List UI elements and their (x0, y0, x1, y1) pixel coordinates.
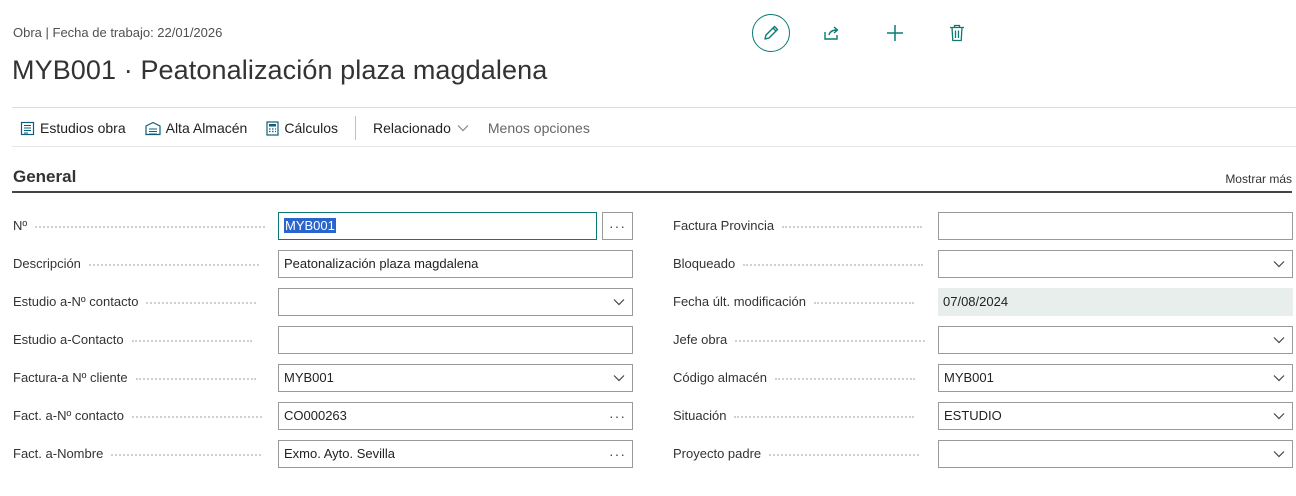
breadcrumb: Obra | Fecha de trabajo: 22/01/2026 (13, 25, 223, 40)
descripcion-input[interactable]: Peatonalización plaza magdalena (278, 250, 633, 278)
field-label: Estudio a-Contacto (13, 326, 252, 354)
field-row-proyecto-padre: Proyecto padre (673, 440, 1293, 468)
field-row-bloqueado: Bloqueado (673, 250, 1293, 278)
field-row-fact-nombre: Fact. a-Nombre Exmo. Ayto. Sevilla ··· (13, 440, 635, 468)
field-label: Código almacén (673, 364, 915, 392)
calculator-icon (266, 120, 279, 136)
chevron-down-icon (1273, 261, 1285, 268)
lookup-ellipsis[interactable]: ··· (609, 403, 626, 429)
menos-opciones-label: Menos opciones (487, 120, 590, 136)
field-row-jefe-obra: Jefe obra (673, 326, 1293, 354)
field-label: Factura-a Nº cliente (13, 364, 256, 392)
document-icon (20, 121, 35, 135)
action-bar: Estudios obra Alta Almacén Cálculos Rela… (20, 116, 609, 140)
no-input[interactable]: MYB001 (278, 212, 597, 240)
field-label: Nº (13, 212, 266, 240)
estudios-obra-label: Estudios obra (40, 120, 126, 136)
field-row-estudio-contacto: Estudio a-Contacto (13, 326, 635, 354)
section-title[interactable]: General (13, 167, 76, 187)
section-divider (12, 191, 1292, 193)
show-more-link[interactable]: Mostrar más (1225, 172, 1292, 186)
no-lookup-button[interactable]: ··· (602, 212, 633, 240)
codigo-almacen-select[interactable]: MYB001 (938, 364, 1293, 392)
lookup-ellipsis[interactable]: ··· (609, 441, 626, 467)
calculos-button[interactable]: Cálculos (266, 120, 338, 136)
field-label: Factura Provincia (673, 212, 923, 240)
fact-nombre-input[interactable]: Exmo. Ayto. Sevilla ··· (278, 440, 633, 468)
action-bar-divider (12, 146, 1296, 147)
chevron-down-icon (1273, 413, 1285, 420)
chevron-down-icon (1273, 337, 1285, 344)
trash-icon (950, 24, 964, 42)
alta-almacen-label: Alta Almacén (165, 120, 248, 136)
chevron-down-icon (613, 299, 625, 306)
share-button[interactable] (813, 14, 851, 52)
fact-contacto-no-input[interactable]: CO000263 ··· (278, 402, 633, 430)
field-label: Fecha últ. modificación (673, 288, 914, 316)
field-label: Bloqueado (673, 250, 924, 278)
estudio-contacto-input[interactable] (278, 326, 633, 354)
field-row-descripcion: Descripción Peatonalización plaza magdal… (13, 250, 635, 278)
field-row-fact-contacto-no: Fact. a-Nº contacto CO000263 ··· (13, 402, 635, 430)
factura-cliente-select[interactable]: MYB001 (278, 364, 633, 392)
page-title: MYB001 · Peatonalización plaza magdalena (12, 55, 548, 85)
field-label: Proyecto padre (673, 440, 920, 468)
field-row-no: Nº MYB001 ··· (13, 212, 635, 240)
field-label: Descripción (13, 250, 259, 278)
estudio-contacto-no-select[interactable] (278, 288, 633, 316)
alta-almacen-button[interactable]: Alta Almacén (145, 120, 248, 136)
edit-button[interactable] (752, 14, 790, 52)
field-row-codigo-almacen: Código almacén MYB001 (673, 364, 1293, 392)
bloqueado-select[interactable] (938, 250, 1293, 278)
field-label: Fact. a-Nº contacto (13, 402, 262, 430)
field-row-estudio-contacto-no: Estudio a-Nº contacto (13, 288, 635, 316)
pencil-icon (764, 25, 779, 40)
estudios-obra-button[interactable]: Estudios obra (20, 120, 126, 136)
relacionado-label: Relacionado (373, 120, 451, 136)
field-label: Situación (673, 402, 915, 430)
field-label: Jefe obra (673, 326, 926, 354)
delete-button[interactable] (938, 14, 976, 52)
menos-opciones-button[interactable]: Menos opciones (488, 120, 590, 136)
proyecto-padre-select[interactable] (938, 440, 1293, 468)
plus-icon (887, 25, 903, 41)
jefe-obra-select[interactable] (938, 326, 1293, 354)
calculos-label: Cálculos (284, 120, 339, 136)
header-divider (12, 107, 1296, 108)
situacion-select[interactable]: ESTUDIO (938, 402, 1293, 430)
chevron-down-icon (457, 125, 469, 132)
field-row-situacion: Situación ESTUDIO (673, 402, 1293, 430)
chevron-down-icon (1273, 375, 1285, 382)
chevron-down-icon (613, 375, 625, 382)
factura-provincia-input[interactable] (938, 212, 1293, 240)
warehouse-icon (145, 121, 161, 135)
field-label: Estudio a-Nº contacto (13, 288, 257, 316)
fecha-modificacion-value: 07/08/2024 (938, 288, 1293, 316)
field-label: Fact. a-Nombre (13, 440, 262, 468)
field-row-factura-cliente: Factura-a Nº cliente MYB001 (13, 364, 635, 392)
relacionado-menu[interactable]: Relacionado (373, 120, 469, 136)
field-row-fecha-modificacion: Fecha últ. modificación 07/08/2024 (673, 288, 1293, 316)
field-row-factura-provincia: Factura Provincia (673, 212, 1293, 240)
toolbar-separator (355, 116, 357, 140)
share-icon (824, 26, 839, 40)
chevron-down-icon (1273, 451, 1285, 458)
new-button[interactable] (876, 14, 914, 52)
